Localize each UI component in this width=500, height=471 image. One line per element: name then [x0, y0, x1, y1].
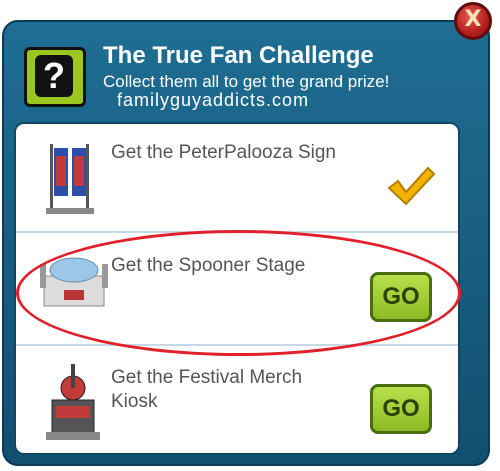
dialog-subtitle: Collect them all to get the grand prize!: [103, 72, 390, 91]
highlight-circle: [16, 230, 461, 356]
watermark: familyguyaddicts.com: [117, 90, 310, 110]
question-mark-icon: ?: [35, 55, 73, 97]
go-button[interactable]: GO: [370, 384, 432, 434]
item-label: Get the PeterPalooza Sign: [111, 142, 336, 163]
close-button[interactable]: X: [454, 2, 492, 40]
dialog-title: The True Fan Challenge: [103, 42, 374, 69]
challenge-icon: ?: [24, 47, 86, 107]
merch-kiosk-icon: [46, 364, 100, 440]
close-icon: X: [464, 7, 482, 32]
checkmark-icon: [387, 166, 436, 206]
peterpalooza-sign-icon: [46, 144, 94, 214]
item-label: Get the Festival Merch Kiosk: [111, 367, 303, 412]
